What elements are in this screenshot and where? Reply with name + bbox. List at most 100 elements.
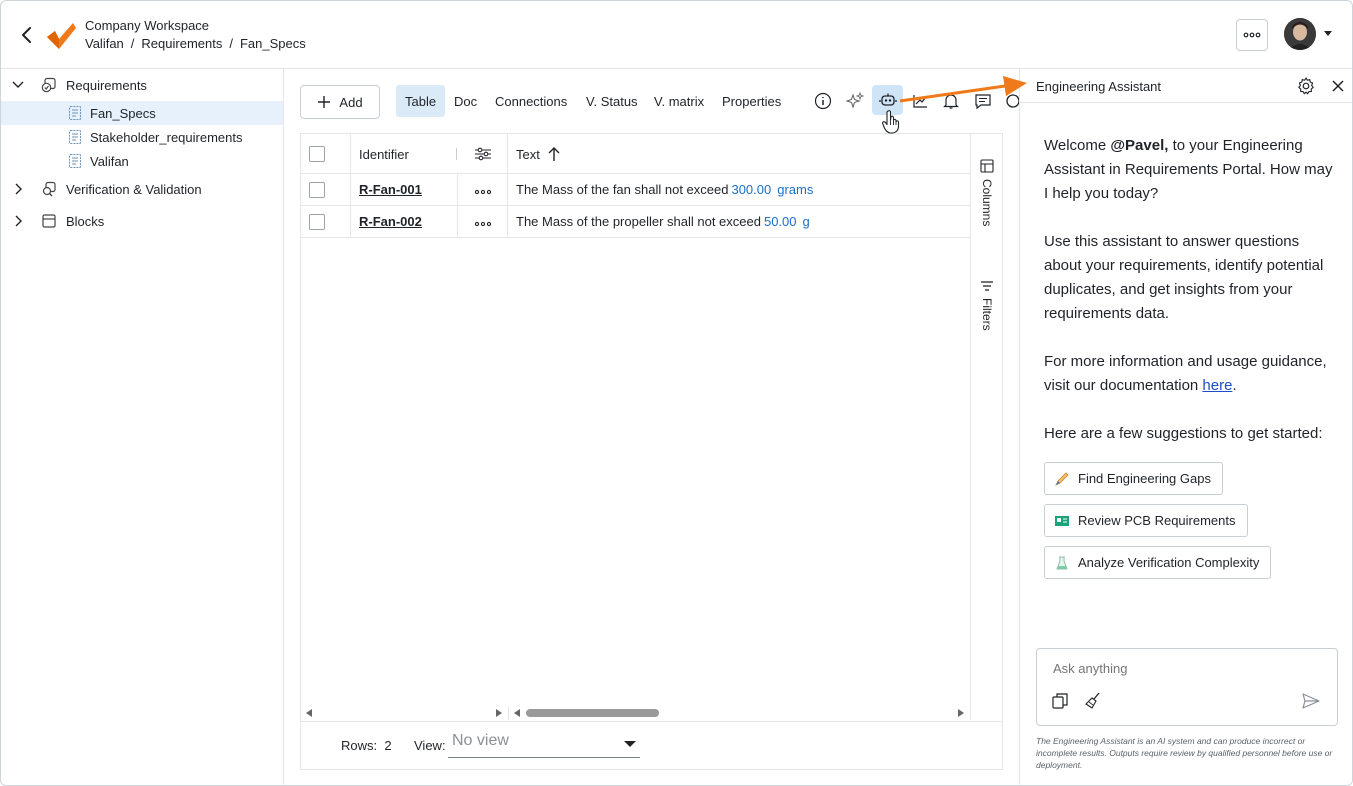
- add-button[interactable]: Add: [300, 85, 380, 119]
- columns-icon: [980, 159, 994, 173]
- tab-properties[interactable]: Properties: [713, 85, 790, 117]
- chat-input[interactable]: [1053, 661, 1313, 676]
- requirement-text-body: The Mass of the propeller shall not exce…: [516, 214, 761, 229]
- back-arrow-icon[interactable]: [17, 25, 37, 45]
- chevron-right-icon[interactable]: [11, 182, 25, 196]
- requirements-icon: [41, 77, 56, 93]
- table-row[interactable]: R-Fan-002 The Mass of the propeller shal…: [301, 206, 970, 238]
- tree-item-blocks[interactable]: Blocks: [1, 209, 283, 233]
- document-icon: [68, 105, 82, 121]
- chevron-down-icon[interactable]: [11, 78, 25, 92]
- breadcrumb-requirements[interactable]: Requirements: [141, 36, 222, 51]
- row-actions-ellipsis-icon[interactable]: [473, 214, 493, 230]
- tab-v-matrix[interactable]: V. matrix: [645, 85, 713, 117]
- scroll-left-icon[interactable]: [513, 709, 521, 717]
- requirement-text[interactable]: The Mass of the propeller shall not exce…: [516, 214, 810, 229]
- filters-panel-button[interactable]: Filters: [971, 280, 1003, 331]
- assistant-header: Engineering Assistant: [1020, 69, 1352, 103]
- tab-v-status[interactable]: V. Status: [577, 85, 647, 117]
- chart-icon[interactable]: [906, 87, 934, 115]
- scroll-right-icon[interactable]: [957, 709, 965, 717]
- requirement-value: 300.00: [731, 182, 772, 197]
- scrollbar-thumb[interactable]: [526, 709, 659, 717]
- column-settings-icon[interactable]: [474, 146, 492, 162]
- sort-ascending-arrow-icon[interactable]: [547, 146, 561, 162]
- select-all-checkbox[interactable]: [309, 146, 325, 162]
- search-icon[interactable]: [1001, 87, 1019, 115]
- breadcrumb-separator: /: [229, 36, 233, 51]
- requirement-unit: g: [802, 214, 810, 229]
- assistant-usage-text: Use this assistant to answer questions a…: [1044, 233, 1324, 322]
- tree-item-label: Blocks: [66, 213, 105, 229]
- sparkle-icon[interactable]: [841, 87, 869, 115]
- flask-icon: [1056, 556, 1068, 569]
- tree-item-label: Valifan: [90, 153, 129, 169]
- filter-icon: [981, 281, 993, 291]
- app-window: Company Workspace Valifan / Requirements…: [0, 0, 1353, 786]
- chevron-down-icon[interactable]: [1324, 31, 1332, 36]
- scroll-left-icon[interactable]: [305, 709, 313, 717]
- bell-icon[interactable]: [937, 87, 965, 115]
- columns-label: Columns: [980, 179, 994, 227]
- copy-icon[interactable]: [1051, 691, 1071, 711]
- more-options-button[interactable]: [1236, 19, 1268, 51]
- row-checkbox[interactable]: [309, 214, 325, 230]
- suggestion-review-pcb-requirements[interactable]: Review PCB Requirements: [1044, 504, 1248, 537]
- scroll-right-icon[interactable]: [495, 709, 503, 717]
- plus-icon: [318, 96, 331, 108]
- tree-item-requirements[interactable]: Requirements: [1, 73, 283, 97]
- user-avatar[interactable]: [1284, 18, 1316, 50]
- row-checkbox[interactable]: [309, 182, 325, 198]
- suggestion-analyze-verification-complexity[interactable]: Analyze Verification Complexity: [1044, 546, 1272, 579]
- tree-item-label: Requirements: [66, 77, 147, 93]
- app-header: Company Workspace Valifan / Requirements…: [1, 1, 1352, 69]
- requirement-text-body: The Mass of the fan shall not exceed: [516, 182, 729, 197]
- assistant-welcome-message: Welcome @Pavel, to your Engineering Assi…: [1044, 134, 1334, 470]
- breadcrumb: Valifan / Requirements / Fan_Specs: [85, 36, 306, 51]
- breadcrumb-fan-specs[interactable]: Fan_Specs: [240, 36, 306, 51]
- requirement-id-link[interactable]: R-Fan-001: [359, 182, 422, 197]
- info-icon[interactable]: [809, 87, 837, 115]
- tab-table[interactable]: Table: [396, 85, 446, 117]
- tree-item-stakeholder-requirements[interactable]: Stakeholder_requirements: [1, 125, 283, 149]
- tree-item-label: Stakeholder_requirements: [90, 129, 243, 145]
- comment-icon[interactable]: [969, 87, 997, 115]
- breadcrumb-valifan[interactable]: Valifan: [85, 36, 124, 51]
- document-icon: [68, 153, 82, 169]
- documentation-link[interactable]: here: [1202, 377, 1232, 394]
- project-tree: Requirements Fan_Specs Stakeholder_requi…: [1, 69, 284, 785]
- row-actions-ellipsis-icon[interactable]: [473, 182, 493, 198]
- horizontal-scrollbar[interactable]: [301, 706, 970, 720]
- column-identifier[interactable]: Identifier: [359, 147, 409, 162]
- send-icon[interactable]: [1301, 691, 1321, 711]
- requirement-id-link[interactable]: R-Fan-002: [359, 214, 422, 229]
- block-icon: [42, 214, 56, 228]
- tab-connections[interactable]: Connections: [486, 85, 576, 117]
- gear-icon[interactable]: [1296, 76, 1316, 96]
- suggestion-find-engineering-gaps[interactable]: Find Engineering Gaps: [1044, 462, 1223, 495]
- workspace-name[interactable]: Company Workspace: [85, 18, 209, 33]
- columns-panel-button[interactable]: Columns: [971, 159, 1003, 226]
- table-header: Identifier Text: [301, 134, 970, 174]
- view-select-value: No view: [452, 732, 509, 749]
- user-mention: @Pavel,: [1110, 137, 1169, 154]
- tab-doc[interactable]: Doc: [445, 85, 486, 117]
- broom-icon[interactable]: [1084, 691, 1104, 711]
- tree-item-verification-validation[interactable]: Verification & Validation: [1, 177, 283, 201]
- hand-cursor-icon: [881, 110, 900, 134]
- chevron-right-icon[interactable]: [11, 214, 25, 228]
- tree-item-fan-specs[interactable]: Fan_Specs: [1, 101, 283, 125]
- column-text[interactable]: Text: [516, 147, 540, 162]
- requirement-text[interactable]: The Mass of the fan shall not exceed 300.…: [516, 182, 813, 197]
- close-icon[interactable]: [1330, 78, 1346, 94]
- view-select[interactable]: No view: [448, 728, 640, 758]
- tree-item-label: Fan_Specs: [90, 105, 156, 121]
- tree-item-valifan[interactable]: Valifan: [1, 149, 283, 173]
- ai-disclaimer: The Engineering Assistant is an AI syste…: [1036, 736, 1333, 770]
- table-row[interactable]: R-Fan-001 The Mass of the fan shall not …: [301, 174, 970, 206]
- pcb-icon: [1055, 515, 1069, 526]
- breadcrumb-separator: /: [130, 36, 135, 51]
- assistant-title: Engineering Assistant: [1036, 79, 1162, 94]
- side-panel-strip: Columns Filters: [970, 134, 1002, 720]
- tree-item-label: Verification & Validation: [66, 181, 202, 197]
